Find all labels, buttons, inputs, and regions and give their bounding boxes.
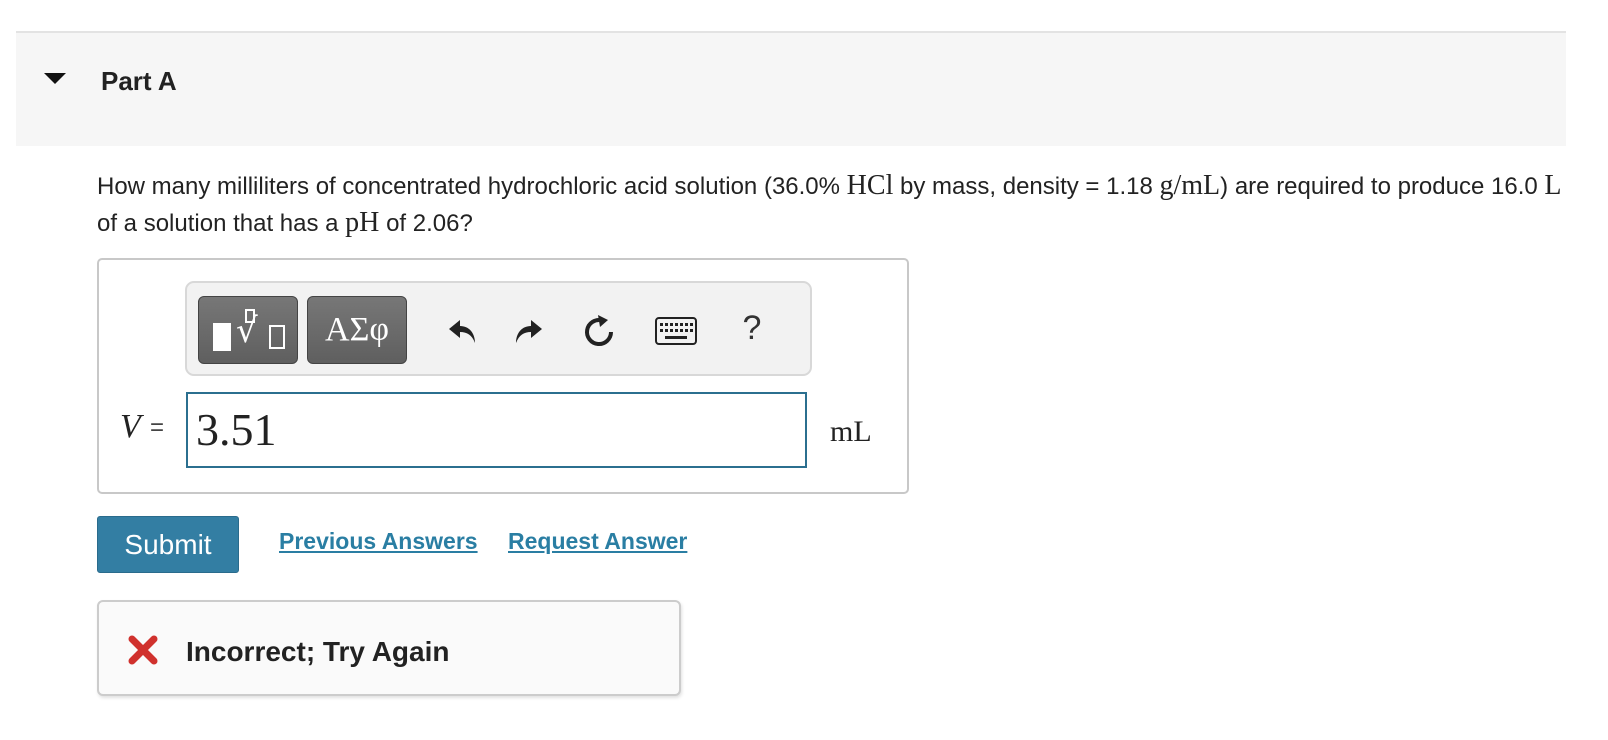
feedback-message: Incorrect; Try Again xyxy=(186,636,450,667)
previous-answers-link[interactable]: Previous Answers xyxy=(279,528,478,555)
x-icon xyxy=(128,635,158,665)
part-title: Part A xyxy=(101,66,177,96)
symbols-label: ΑΣφ xyxy=(325,311,389,348)
templates-icon xyxy=(213,323,231,351)
math-density-unit: g/mL xyxy=(1159,170,1221,201)
request-answer-link[interactable]: Request Answer xyxy=(508,528,687,555)
answer-input[interactable]: 3.51 xyxy=(186,392,807,468)
variable-label: V xyxy=(120,408,141,445)
part-header[interactable] xyxy=(16,33,1566,146)
submit-button[interactable]: Submit xyxy=(97,516,239,573)
math-volume-unit: L xyxy=(1544,170,1562,201)
math-hcl: HCl xyxy=(846,170,894,201)
unit-label: mL xyxy=(830,415,872,448)
equals-sign: = xyxy=(150,414,165,441)
reset-icon[interactable] xyxy=(577,310,621,354)
redo-icon[interactable] xyxy=(508,312,548,352)
keyboard-icon[interactable] xyxy=(654,314,698,348)
undo-icon[interactable] xyxy=(443,312,483,352)
question-text: How many milliliters of concentrated hyd… xyxy=(97,170,1562,238)
help-icon[interactable]: ? xyxy=(735,306,769,350)
templates-button[interactable]: √ xyxy=(198,296,298,364)
math-ph: pH xyxy=(345,207,380,238)
symbols-button[interactable]: ΑΣφ xyxy=(307,296,407,364)
caret-down-icon[interactable] xyxy=(44,73,66,84)
